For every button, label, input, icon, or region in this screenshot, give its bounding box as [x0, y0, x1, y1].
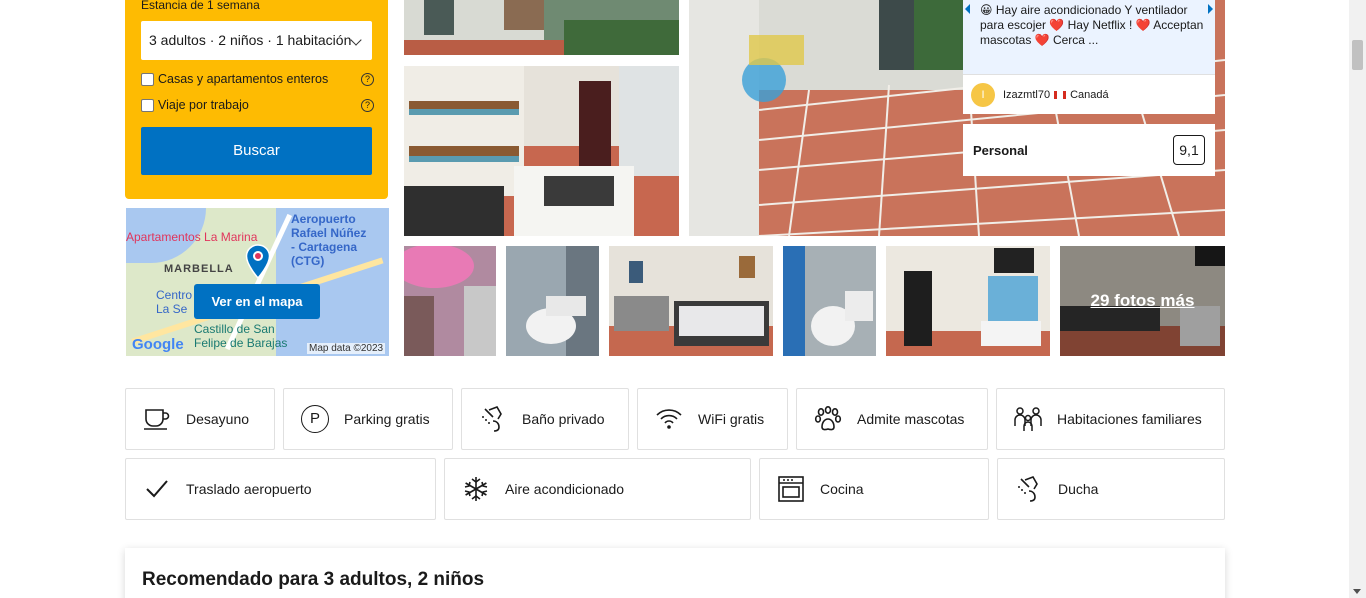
search-button[interactable]: Buscar — [141, 127, 372, 175]
cup-icon — [142, 404, 172, 434]
homes-checkbox-row[interactable]: Casas y apartamentos enteros ? — [141, 72, 374, 86]
location-pin-icon — [245, 244, 271, 280]
shower-icon — [478, 404, 508, 434]
facility-label: Habitaciones familiares — [1057, 411, 1202, 427]
property-thumbnail[interactable] — [783, 246, 876, 356]
shower-icon — [1014, 474, 1044, 504]
facility-airport-shuttle: Traslado aeropuerto — [125, 458, 436, 520]
reviewer-name: Izazmtl70 — [1003, 88, 1051, 101]
facility-private-bathroom: Baño privado — [461, 388, 629, 450]
staff-score-label: Personal — [973, 142, 1028, 158]
property-thumbnail-more[interactable]: 29 fotos más — [1060, 246, 1225, 356]
map-label-marbella: MARBELLA — [164, 263, 234, 275]
map-thumbnail[interactable]: Aeropuerto Rafael Núñez - Cartagena (CTG… — [126, 208, 389, 356]
help-icon[interactable]: ? — [361, 98, 374, 112]
guests-select[interactable]: 3 adultos · 2 niños · 1 habitación — [141, 21, 372, 60]
property-photo[interactable] — [404, 0, 679, 55]
staff-score: Personal 9,1 — [963, 124, 1215, 176]
facility-label: Aire acondicionado — [505, 481, 625, 497]
more-photos-link[interactable]: 29 fotos más — [1060, 246, 1225, 356]
facility-air-conditioning: Aire acondicionado — [444, 458, 751, 520]
view-on-map-button[interactable]: Ver en el mapa — [194, 284, 320, 319]
map-label-centro: Centro — [156, 288, 193, 302]
scrollbar-thumb[interactable] — [1352, 40, 1363, 70]
facility-label: Parking gratis — [344, 411, 430, 427]
review-prev-icon[interactable] — [965, 4, 970, 14]
facility-label: WiFi gratis — [698, 411, 765, 427]
search-panel: Estancia de 1 semana 3 adultos · 2 niños… — [125, 0, 388, 199]
property-thumbnail[interactable] — [404, 246, 496, 356]
facility-label: Admite mascotas — [857, 411, 965, 427]
work-checkbox[interactable] — [141, 98, 154, 112]
page-scrollbar[interactable] — [1349, 0, 1366, 598]
reviewer-country: Canadá — [1070, 88, 1109, 101]
canada-flag-icon — [1054, 90, 1067, 99]
facility-family-rooms: Habitaciones familiares — [996, 388, 1225, 450]
scroll-down-icon[interactable] — [1353, 589, 1361, 594]
chevron-down-icon — [350, 34, 362, 46]
homes-checkbox[interactable] — [141, 72, 154, 86]
wifi-icon — [654, 404, 684, 434]
facility-kitchen: Cocina — [759, 458, 989, 520]
facility-breakfast: Desayuno — [125, 388, 275, 450]
parking-glyph: P — [301, 405, 329, 433]
map-label-airport: - Cartagena — [291, 240, 358, 254]
homes-checkbox-label: Casas y apartamentos enteros — [158, 72, 329, 86]
google-logo: Google — [132, 336, 184, 353]
review-text: 😀 Hay aire acondicionado Y ventilador pa… — [980, 3, 1210, 48]
facility-label: Cocina — [820, 481, 864, 497]
work-checkbox-label: Viaje por trabajo — [158, 98, 249, 112]
snowflake-icon — [461, 474, 491, 504]
help-icon[interactable]: ? — [361, 72, 374, 86]
facility-label: Baño privado — [522, 411, 605, 427]
map-label-castillo: Castillo de San — [194, 322, 275, 336]
facility-shower: Ducha — [997, 458, 1225, 520]
work-checkbox-row[interactable]: Viaje por trabajo ? — [141, 98, 374, 112]
parking-icon: P — [300, 404, 330, 434]
map-attribution: Map data ©2023 — [307, 343, 386, 354]
map-label-airport: Rafael Núñez — [291, 226, 367, 240]
recommended-section: Recomendado para 3 adultos, 2 niños — [125, 548, 1225, 598]
map-label-castillo: Felipe de Barajas — [194, 336, 288, 350]
facility-wifi: WiFi gratis — [637, 388, 788, 450]
oven-icon — [776, 474, 806, 504]
stay-duration-label: Estancia de 1 semana — [141, 0, 260, 12]
map-label-airport: (CTG) — [291, 254, 325, 268]
review-body: Hay aire acondicionado Y ventilador para… — [980, 3, 1204, 47]
map-label-apartments: Apartamentos La Marina — [126, 230, 258, 244]
avatar: I — [971, 82, 995, 107]
property-photo[interactable] — [404, 66, 679, 236]
guests-value: 3 adultos · 2 niños · 1 habitación — [149, 32, 352, 48]
facility-label: Desayuno — [186, 411, 250, 427]
paw-icon — [813, 404, 843, 434]
facility-label: Traslado aeropuerto — [186, 481, 312, 497]
facility-pets: Admite mascotas — [796, 388, 988, 450]
facility-label: Ducha — [1058, 481, 1099, 497]
property-thumbnail[interactable] — [886, 246, 1050, 356]
check-icon — [142, 474, 172, 504]
review-card[interactable]: 😀 Hay aire acondicionado Y ventilador pa… — [963, 0, 1215, 114]
smile-emoji: 😀 — [980, 3, 993, 17]
map-label-airport: Aeropuerto — [291, 212, 356, 226]
staff-score-value: 9,1 — [1173, 135, 1205, 165]
reviewer-row: I Izazmtl70 Canadá — [963, 74, 1215, 114]
property-thumbnail[interactable] — [609, 246, 773, 356]
property-thumbnail[interactable] — [506, 246, 599, 356]
family-icon — [1013, 404, 1043, 434]
map-label-centro: La Se — [156, 302, 188, 316]
facility-parking: P Parking gratis — [283, 388, 453, 450]
review-next-icon[interactable] — [1208, 4, 1213, 14]
recommended-title: Recomendado para 3 adultos, 2 niños — [142, 569, 485, 590]
